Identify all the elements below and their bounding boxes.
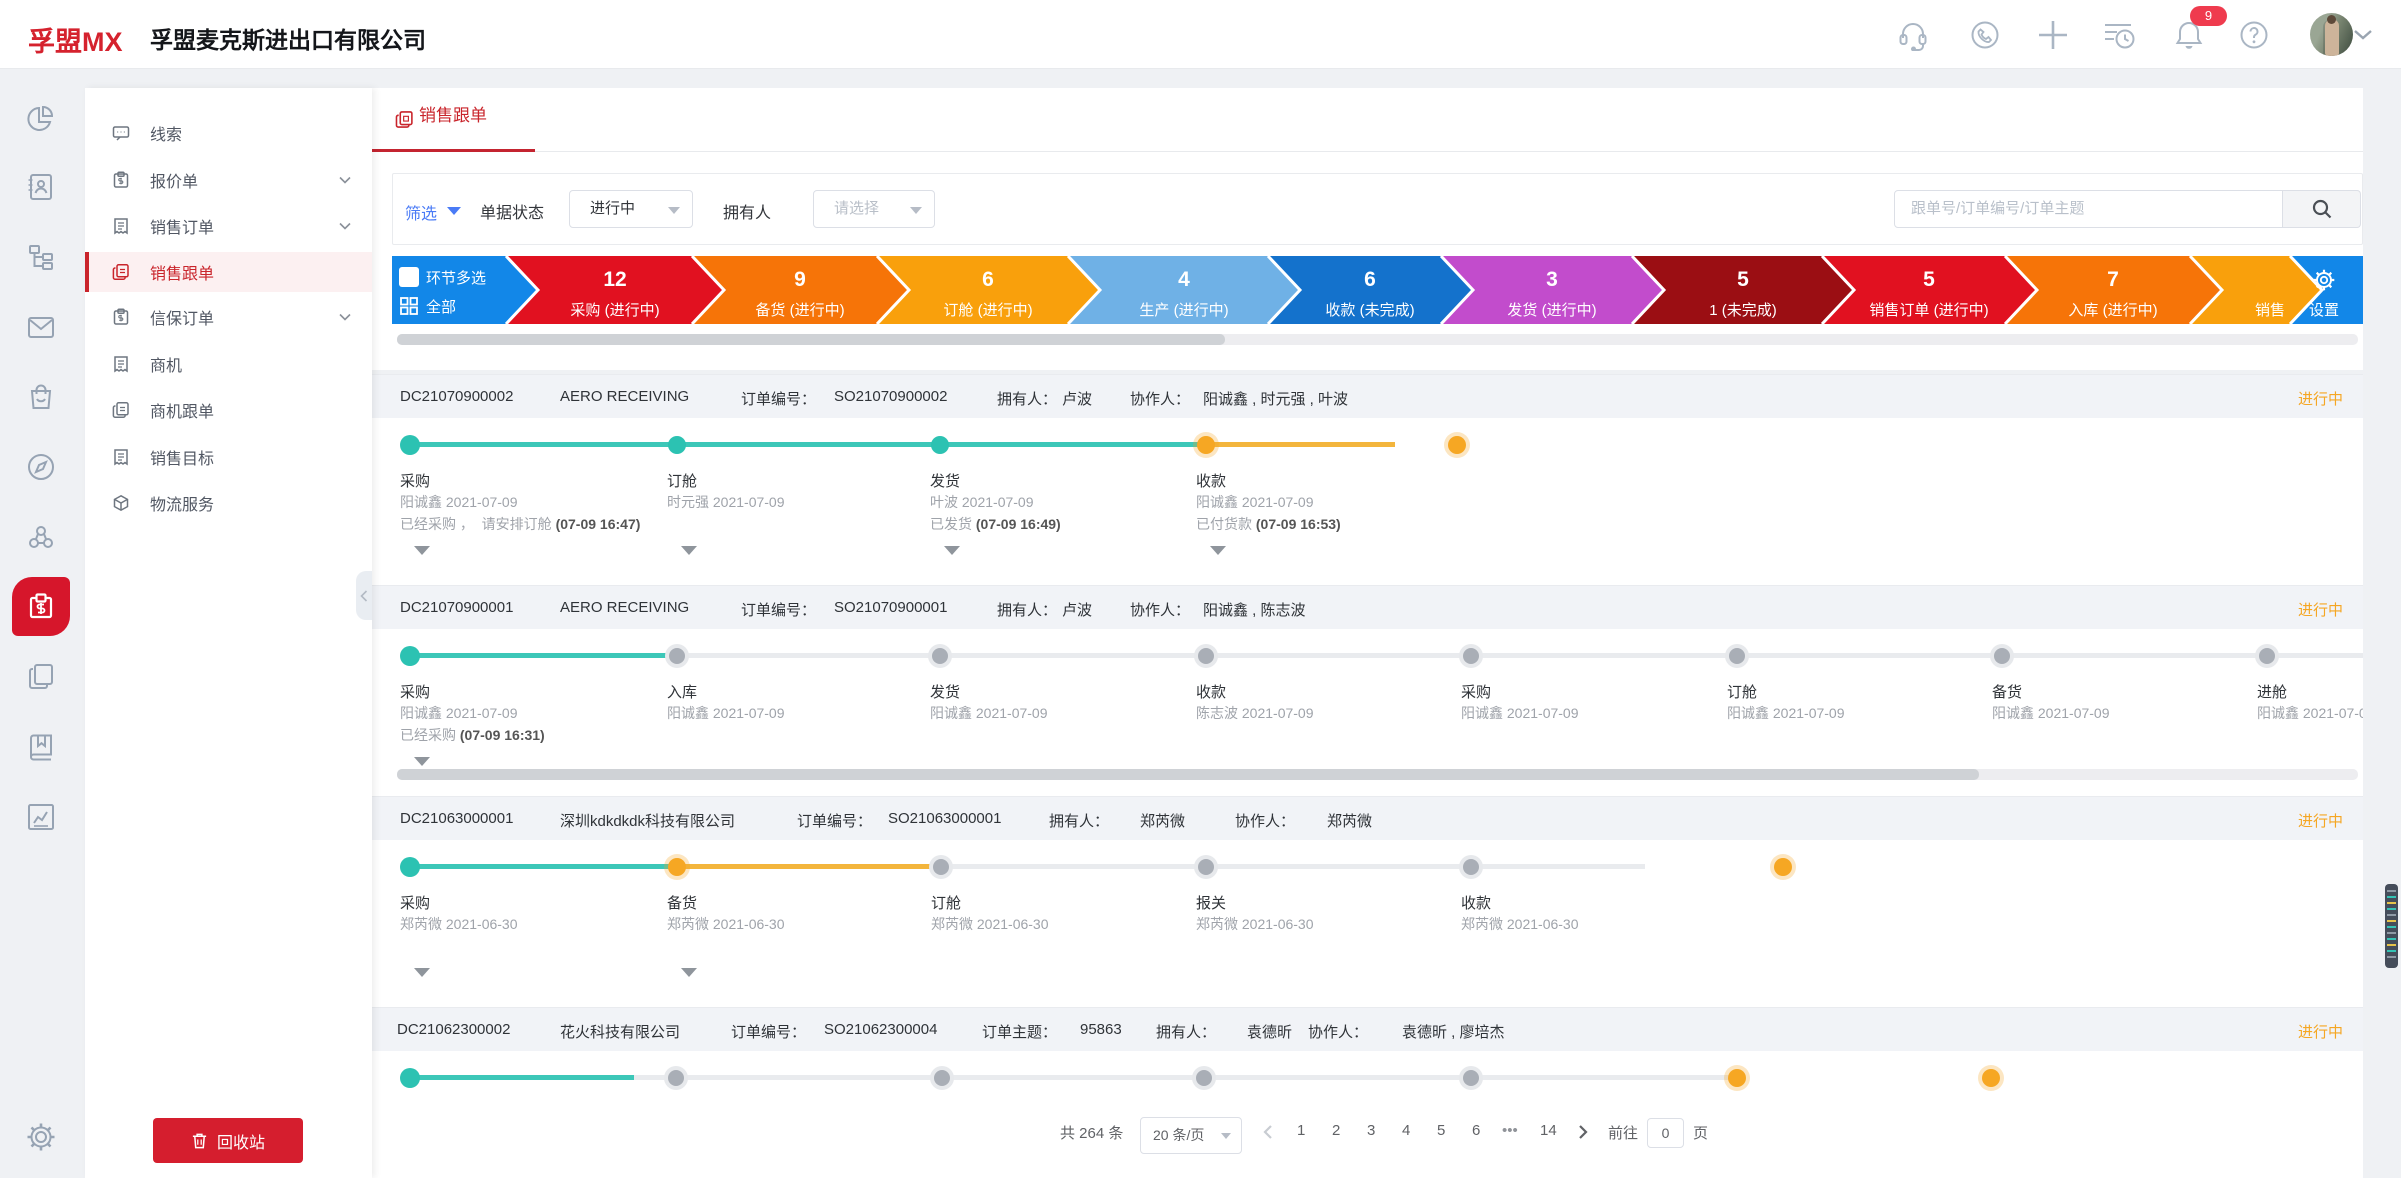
svg-text:3: 3: [1546, 268, 1558, 291]
svg-text:生产 (进行中): 生产 (进行中): [1139, 302, 1228, 319]
svg-text:入库 (进行中): 入库 (进行中): [2068, 302, 2157, 319]
svg-text:设置: 设置: [2309, 302, 2339, 319]
svg-text:环节多选: 环节多选: [426, 270, 486, 287]
svg-text:9: 9: [794, 268, 806, 291]
svg-text:全部: 全部: [426, 298, 456, 316]
svg-text:6: 6: [982, 268, 994, 291]
svg-text:4: 4: [1178, 268, 1190, 291]
svg-text:12: 12: [603, 268, 626, 291]
svg-text:订舱 (进行中): 订舱 (进行中): [943, 302, 1032, 319]
svg-text:1 (未完成): 1 (未完成): [1709, 302, 1777, 319]
svg-text:销售: 销售: [2255, 302, 2285, 319]
svg-text:备货 (进行中): 备货 (进行中): [755, 302, 844, 319]
svg-text:收款 (未完成): 收款 (未完成): [1325, 302, 1414, 319]
svg-text:销售订单 (进行中): 销售订单 (进行中): [1869, 302, 1988, 319]
svg-text:发货 (进行中): 发货 (进行中): [1507, 302, 1596, 319]
svg-text:5: 5: [1923, 268, 1935, 291]
svg-text:5: 5: [1737, 268, 1749, 291]
svg-text:采购 (进行中): 采购 (进行中): [570, 302, 659, 319]
svg-text:7: 7: [2107, 268, 2119, 291]
svg-text:6: 6: [1364, 268, 1376, 291]
